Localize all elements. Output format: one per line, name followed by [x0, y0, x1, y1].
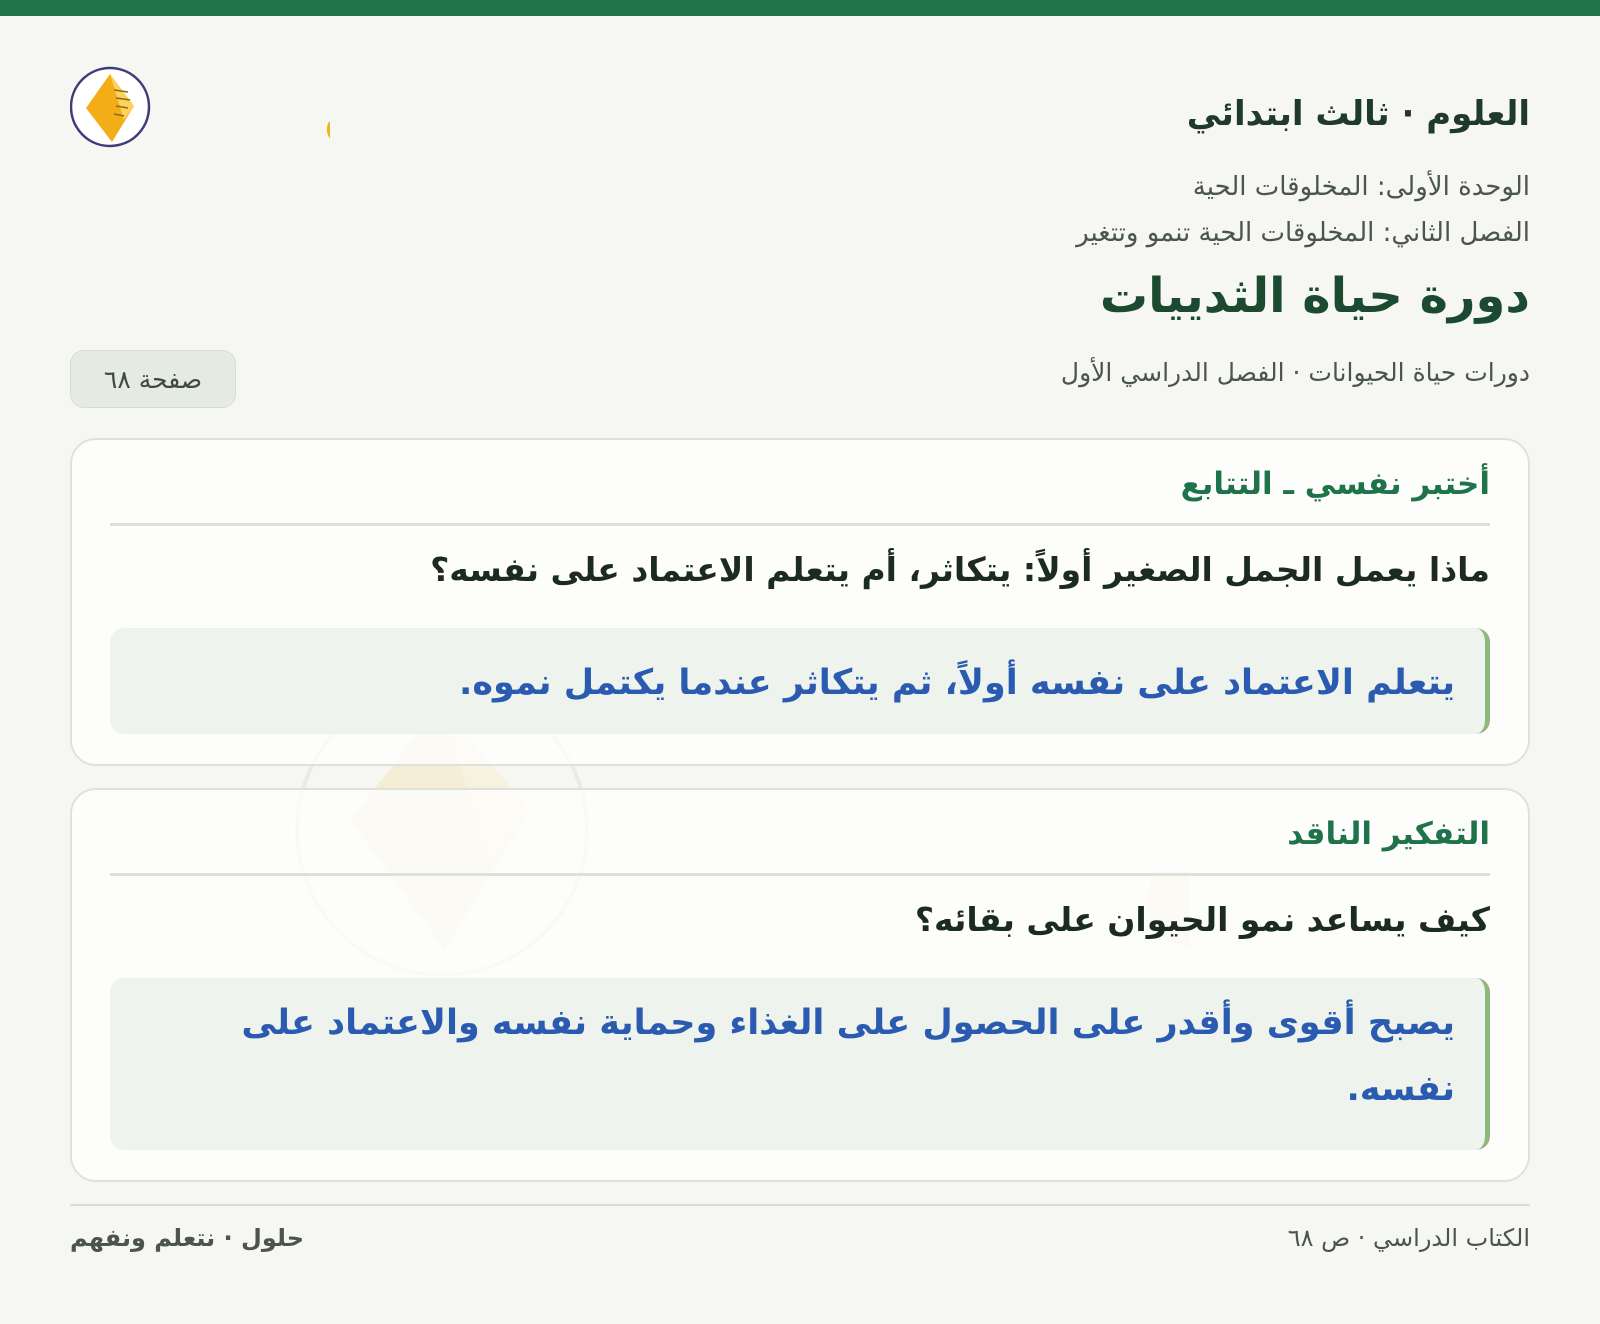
card-section-title: أختبر نفسي ـ التتابع [110, 466, 1490, 526]
answer-box: يتعلم الاعتماد على نفسه أولاً، ثم يتكاثر… [110, 628, 1490, 734]
logo-text: حلول [322, 67, 330, 149]
footer-brand: حلول · نتعلم ونفهم [70, 1224, 304, 1252]
answer-text: يتعلم الاعتماد على نفسه أولاً، ثم يتكاثر… [459, 663, 1455, 703]
question-text: كيف يساعد نمو الحيوان على بقائه؟ [914, 900, 1490, 939]
page-header: العلوم · ثالث ابتدائي حلول [70, 50, 1530, 156]
card-section-title: التفكير الناقد [110, 816, 1490, 876]
page-number-badge: صفحة ٦٨ [70, 350, 236, 408]
question-card-sequence: أختبر نفسي ـ التتابع ماذا يعمل الجمل الص… [70, 438, 1530, 766]
chapter-breadcrumb: الفصل الثاني: المخلوقات الحية تنمو وتتغي… [1076, 218, 1530, 248]
lesson-topic: دورات حياة الحيوانات · الفصل الدراسي الأ… [1060, 358, 1530, 387]
answer-text: يصبح أقوى وأقدر على الحصول على الغذاء وح… [241, 1003, 1455, 1109]
question-card-critical-thinking: التفكير الناقد كيف يساعد نمو الحيوان على… [70, 788, 1530, 1182]
book-logo-icon[interactable]: حلول [70, 50, 330, 160]
subject-grade-title: العلوم · ثالث ابتدائي [1186, 94, 1530, 134]
page-content: العلوم · ثالث ابتدائي حلول الوحدة الأولى… [70, 16, 1530, 1324]
answer-box: يصبح أقوى وأقدر على الحصول على الغذاء وح… [110, 978, 1490, 1150]
footer-divider [70, 1204, 1530, 1206]
footer-source: الكتاب الدراسي · ص ٦٨ [1287, 1224, 1530, 1252]
lesson-title: دورة حياة الثدييات [1099, 268, 1530, 324]
question-text: ماذا يعمل الجمل الصغير أولاً: يتكاثر، أم… [430, 550, 1490, 589]
top-accent-bar [0, 0, 1600, 16]
unit-breadcrumb: الوحدة الأولى: المخلوقات الحية [1192, 172, 1530, 202]
